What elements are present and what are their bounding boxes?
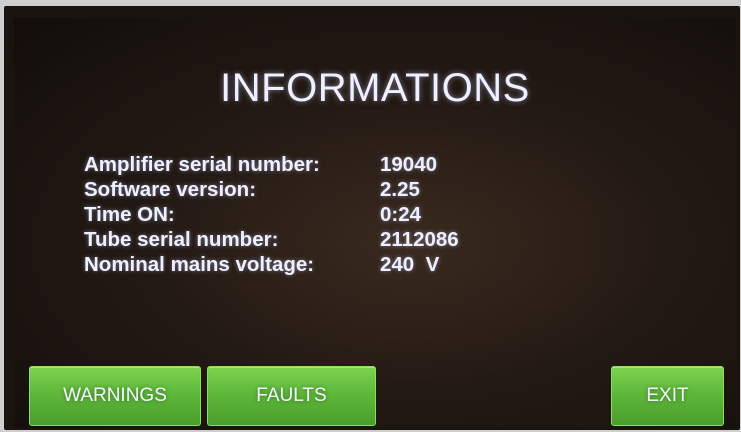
info-row-software: Software version: 2.25 xyxy=(84,177,459,202)
display-screen: INFORMATIONS Amplifier serial number: 19… xyxy=(14,18,736,428)
info-value: 0:24 xyxy=(380,203,422,226)
info-value: 2.25 xyxy=(380,178,420,201)
info-label: Tube serial number: xyxy=(84,228,279,251)
info-value: 240 V xyxy=(380,253,440,276)
warnings-button[interactable]: WARNINGS xyxy=(29,366,201,426)
photo-frame: INFORMATIONS Amplifier serial number: 19… xyxy=(0,0,741,432)
exit-button[interactable]: EXIT xyxy=(611,366,724,426)
info-row-mains-voltage: Nominal mains voltage: 240 V xyxy=(84,252,459,277)
page-title: INFORMATIONS xyxy=(220,66,530,110)
info-value: 19040 xyxy=(380,153,438,176)
info-value: 2112086 xyxy=(380,228,459,251)
faults-button[interactable]: FAULTS xyxy=(207,366,376,426)
display-bezel: INFORMATIONS Amplifier serial number: 19… xyxy=(4,6,740,430)
info-row-time-on: Time ON: 0:24 xyxy=(84,202,459,227)
info-label: Amplifier serial number: xyxy=(84,153,320,176)
info-label: Software version: xyxy=(84,178,257,201)
info-table: Amplifier serial number: 19040 Software … xyxy=(84,152,459,277)
info-label: Nominal mains voltage: xyxy=(84,253,315,276)
info-row-serial: Amplifier serial number: 19040 xyxy=(84,152,459,177)
info-label: Time ON: xyxy=(84,203,175,226)
info-row-tube-serial: Tube serial number: 2112086 xyxy=(84,227,459,252)
